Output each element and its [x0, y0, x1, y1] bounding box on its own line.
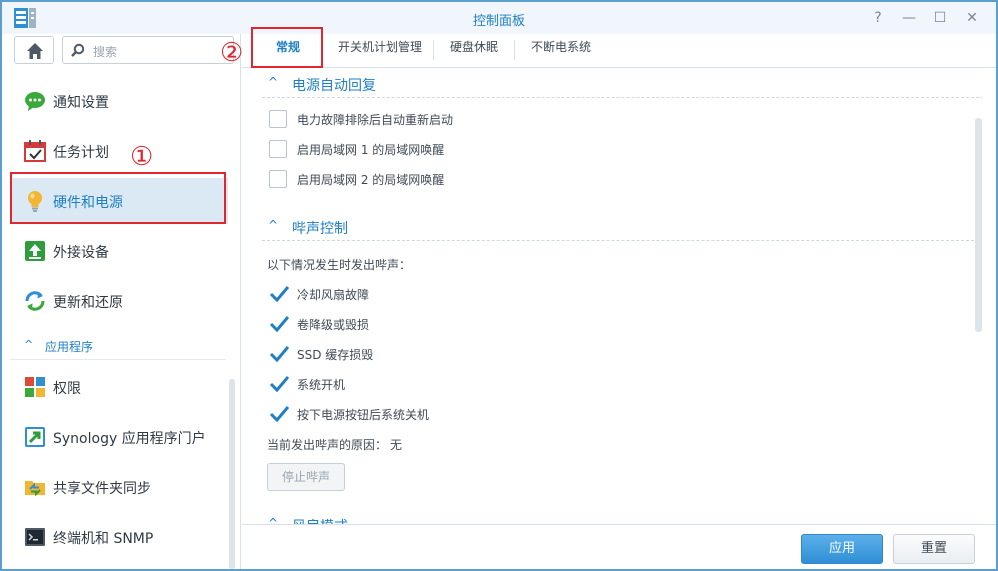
sidebar-item-external-devices[interactable]: 外接设备 [10, 228, 228, 274]
section-label: 应用程序 [45, 340, 94, 354]
checkmark-icon [269, 406, 290, 423]
sidebar-item-label: 终端机和 SNMP [53, 531, 154, 547]
home-button[interactable] [14, 36, 54, 64]
notification-icon [25, 92, 45, 111]
sidebar-item-label: Synology 应用程序门户 [53, 431, 206, 447]
sidebar-item-label: 外接设备 [53, 245, 109, 261]
group-title: 风扇模式 [292, 516, 348, 524]
tab-separator [514, 40, 515, 60]
control-panel-window: 控制面板 ? — ☐ ✕ 搜索 通知设置 任务计划 硬件和电源 外接设备 更新和… [0, 0, 998, 571]
sidebar-item-notification[interactable]: 通知设置 [10, 78, 228, 124]
sidebar-item-update-restore[interactable]: 更新和还原 [10, 278, 228, 324]
group-beep-control[interactable]: ^ 哔声控制 [262, 213, 982, 241]
checkbox-wol-lan2[interactable] [269, 170, 287, 188]
tab-bar: 常规 开关机计划管理 硬盘休眠 不断电系统 [242, 34, 996, 68]
chevron-up-icon: ^ [268, 218, 279, 232]
sidebar-item-label: 通知设置 [53, 95, 109, 111]
current-beep-reason-value: 无 [390, 438, 403, 452]
sidebar: 搜索 通知设置 任务计划 硬件和电源 外接设备 更新和还原 ^ 应用程序 权限 … [2, 34, 241, 569]
terminal-icon [25, 528, 45, 546]
annotation-marker-2: ② [220, 38, 244, 68]
checkbox-label: 冷却风扇故障 [297, 288, 370, 302]
checkbox-ssd-cache[interactable] [269, 345, 290, 363]
stop-beep-button[interactable]: 停止哔声 [267, 463, 345, 491]
sidebar-item-task-scheduler[interactable]: 任务计划 [10, 128, 228, 174]
search-icon [71, 43, 85, 57]
close-button[interactable]: ✕ [962, 8, 982, 28]
group-title: 电源自动回复 [292, 78, 376, 94]
minimize-button[interactable]: — [899, 8, 919, 28]
checkbox-label: 启用局域网 2 的局域网唤醒 [297, 173, 445, 187]
tab-hdd-hibernation[interactable]: 硬盘休眠 [438, 34, 510, 68]
annotation-box-general-tab [251, 27, 323, 68]
checkbox-auto-restart[interactable] [269, 110, 287, 128]
checkbox-label: 系统开机 [297, 378, 346, 392]
update-icon [25, 291, 45, 311]
home-icon [27, 43, 43, 59]
sidebar-item-label: 权限 [53, 381, 81, 397]
tab-power-schedule[interactable]: 开关机计划管理 [327, 34, 433, 68]
sidebar-item-shared-folder-sync[interactable]: 共享文件夹同步 [10, 464, 228, 510]
sidebar-item-label: 任务计划 [53, 145, 109, 161]
checkbox-wol-lan1[interactable] [269, 140, 287, 158]
checkbox-label: 启用局域网 1 的局域网唤醒 [297, 143, 445, 157]
annotation-marker-1: ① [130, 142, 154, 172]
sidebar-item-app-portal[interactable]: Synology 应用程序门户 [10, 414, 228, 460]
apply-button[interactable]: 应用 [801, 534, 883, 564]
checkbox-label: 卷降级或毁损 [297, 318, 370, 332]
chevron-up-icon: ^ [24, 338, 34, 351]
tab-ups[interactable]: 不断电系统 [518, 34, 604, 68]
privileges-icon [25, 377, 45, 397]
search-input[interactable]: 搜索 [62, 36, 234, 64]
section-header-applications[interactable]: ^ 应用程序 [10, 332, 226, 360]
maximize-button[interactable]: ☐ [930, 8, 950, 28]
help-button[interactable]: ? [868, 8, 888, 28]
sidebar-item-privileges[interactable]: 权限 [10, 364, 228, 410]
sidebar-item-terminal-snmp[interactable]: 终端机和 SNMP [10, 514, 228, 560]
checkmark-icon [269, 376, 290, 393]
portal-icon [25, 427, 45, 447]
chevron-up-icon: ^ [268, 516, 279, 524]
checkbox-volume-degraded[interactable] [269, 315, 290, 333]
checkbox-system-boot[interactable] [269, 375, 290, 393]
search-placeholder: 搜索 [93, 45, 118, 59]
checkbox-label: SSD 缓存损毁 [297, 348, 374, 362]
checkbox-power-button-shutdown[interactable] [269, 405, 290, 423]
sidebar-item-label: 更新和还原 [53, 295, 123, 311]
general-tab-content: ^ 电源自动回复 电力故障排除后自动重新启动 启用局域网 1 的局域网唤醒 启用… [242, 68, 982, 524]
calendar-icon [24, 140, 46, 162]
external-device-icon [25, 241, 45, 261]
checkbox-label: 电力故障排除后自动重新启动 [297, 113, 454, 127]
folder-sync-icon [25, 481, 45, 497]
checkbox-label: 按下电源按钮后系统关机 [297, 408, 430, 422]
group-title: 哔声控制 [292, 221, 348, 237]
checkbox-fan-failure[interactable] [269, 285, 290, 303]
group-power-recovery[interactable]: ^ 电源自动回复 [262, 70, 982, 98]
reset-button[interactable]: 重置 [893, 534, 975, 564]
annotation-box-hardware-power [10, 172, 226, 224]
title-bar: 控制面板 ? — ☐ ✕ [2, 2, 996, 34]
sidebar-item-label: 共享文件夹同步 [53, 481, 151, 497]
beep-intro-text: 以下情况发生时发出哔声： [267, 258, 412, 272]
sidebar-scrollbar[interactable] [229, 379, 235, 569]
footer-bar: 应用 重置 [242, 524, 996, 569]
chevron-up-icon: ^ [268, 75, 279, 89]
checkmark-icon [269, 316, 290, 333]
group-fan-mode-partial[interactable]: ^ 风扇模式 [262, 511, 982, 524]
checkmark-icon [269, 286, 290, 303]
content-scrollbar[interactable] [975, 118, 982, 332]
checkmark-icon [269, 346, 290, 363]
current-beep-reason-label: 当前发出哔声的原因： [267, 438, 388, 452]
window-title: 控制面板 [472, 14, 525, 29]
tab-separator [433, 40, 434, 60]
